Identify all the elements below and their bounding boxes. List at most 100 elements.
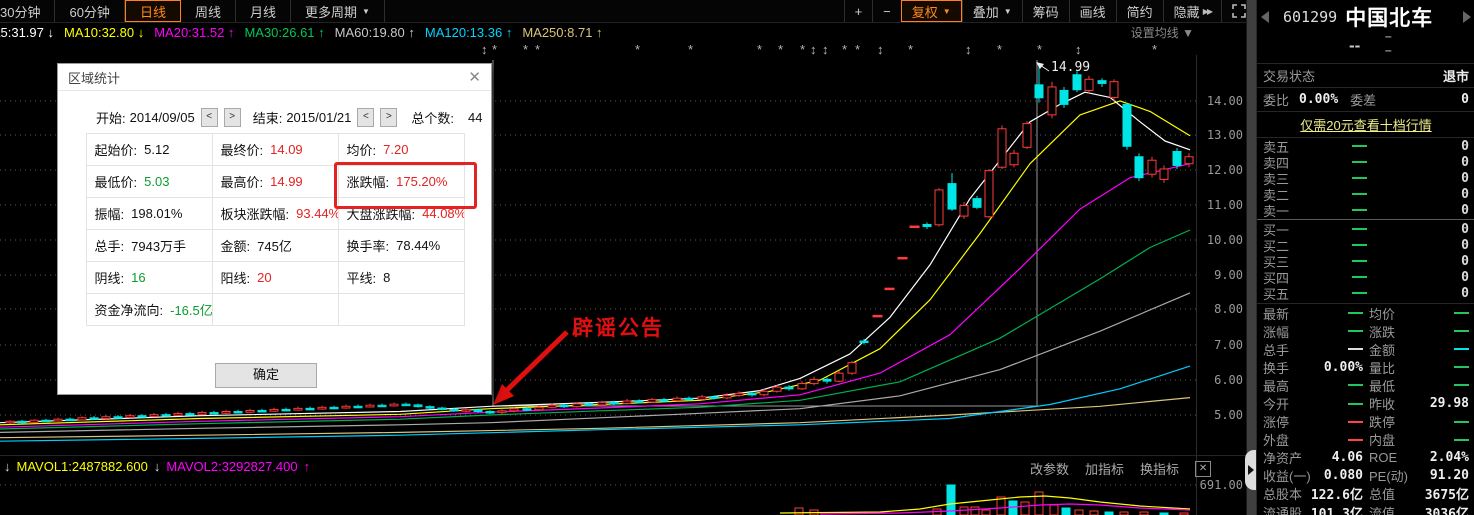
quote-stat: 总手 (1263, 340, 1363, 359)
start-date-label: 开始: (96, 110, 126, 126)
quote-stat-label: 换手 (1263, 360, 1290, 376)
quote-stat-label: 外盘 (1263, 433, 1290, 449)
stat-label: 阳线: (220, 270, 251, 286)
empty-value-dash (1348, 402, 1363, 405)
quote-stat-label: 涨幅 (1263, 324, 1290, 340)
quote-stat-label: 金额 (1369, 342, 1396, 358)
quote-stat-label: 量比 (1369, 360, 1396, 376)
volume-tick: 691.00 (1199, 478, 1243, 492)
stat-value: 14.09 (270, 141, 303, 157)
quote-stat-label: 总股本 (1263, 487, 1303, 503)
peak-price-label: 14.99 (1051, 60, 1091, 75)
quote-stat-label: PE(动) (1369, 469, 1409, 485)
book-level-label: 卖一 (1263, 203, 1290, 219)
empty-price-dash (1351, 209, 1367, 211)
quote-stat: ROE 2.04% (1363, 450, 1469, 465)
stat-cell: 板块涨跌幅: 93.44% (211, 196, 339, 230)
quote-stat-value: 122.6亿 (1310, 488, 1363, 504)
stock-code: 601299 (1283, 8, 1338, 26)
price-tick: 13.00 (1206, 128, 1243, 142)
quote-stat-label: ROE (1369, 450, 1398, 466)
stat-label: 均价: (346, 142, 377, 158)
stat-cell (211, 292, 339, 326)
stat-row: 最高 最低 (1257, 376, 1474, 394)
quote-stat-value: 91.20 (1429, 468, 1469, 484)
level2-promo-link[interactable]: 仅需20元查看十档行情 (1300, 115, 1431, 134)
close-indicator-icon[interactable]: ✕ (1195, 460, 1212, 477)
indicator-links: 改参数 加指标 换指标 ✕ (1030, 459, 1212, 478)
empty-price-dash (1351, 161, 1367, 163)
stat-row: 收益(一) 0.080 PE(动) 91.20 (1257, 467, 1474, 485)
buy-row-5: 买五 0 (1257, 285, 1474, 302)
quote-stat: 内盘 (1363, 430, 1469, 449)
quote-stat-value: 101.3亿 (1310, 506, 1363, 515)
price-tick: 9.00 (1214, 268, 1243, 282)
mavol1-value: MAVOL1:2487882.600 (16, 459, 148, 474)
stat-cell: 振幅: 198.01% (85, 196, 213, 230)
quote-stat: 最低 (1363, 376, 1469, 395)
stat-label: 平线: (346, 270, 377, 286)
end-date-next-button[interactable]: > (380, 107, 398, 127)
stat-value: 8 (383, 269, 391, 285)
stat-row: 总股本 122.6亿 总值 3675亿 (1257, 485, 1474, 503)
price-tick: 11.00 (1206, 198, 1243, 212)
stat-value: -16.5亿 (170, 302, 213, 318)
stat-label: 总手: (94, 238, 125, 254)
stat-row: 最新 均价 (1257, 304, 1474, 322)
book-qty: 0 (1461, 154, 1469, 170)
quote-stat: 量比 (1363, 358, 1469, 377)
stat-value: 20 (257, 269, 272, 285)
status-value: 退市 (1442, 70, 1469, 85)
stat-cell: 涨跌幅: 175.20% (337, 164, 465, 198)
empty-price-dash (1351, 228, 1367, 230)
quote-stat-label: 昨收 (1369, 397, 1396, 413)
trade-status-row: 交易状态 退市 (1257, 64, 1474, 88)
dialog-titlebar[interactable]: 区域统计 ✕ (58, 64, 491, 91)
quote-stat: 净资产 4.06 (1263, 448, 1363, 467)
quote-stat: 流通股 101.3亿 (1263, 503, 1363, 515)
chevron-right-icon (1247, 465, 1254, 475)
start-date-next-button[interactable]: > (223, 107, 241, 127)
book-qty: 0 (1461, 253, 1469, 269)
dialog-date-row: 开始: 2014/09/05 < > 结束: 2015/01/21 < > 总个数: 44 (96, 107, 483, 127)
status-label: 交易状态 (1263, 69, 1316, 84)
quote-stat: 涨停 (1263, 412, 1363, 431)
scrollbar[interactable] (1246, 0, 1256, 515)
stat-row: 流通股 101.3亿 流值 3036亿 (1257, 503, 1474, 515)
switch-indicator-link[interactable]: 换指标 (1140, 459, 1179, 478)
empty-value-dash (1454, 384, 1469, 387)
quote-stat-value: 4.06 (1331, 450, 1363, 466)
prev-stock-icon[interactable] (1261, 11, 1269, 23)
start-date-prev-button[interactable]: < (200, 107, 218, 127)
quote-stat-label: 均价 (1369, 306, 1396, 322)
next-stock-icon[interactable] (1463, 11, 1471, 23)
quote-stat-value: 0.080 (1323, 468, 1363, 484)
stat-value: 7943万手 (131, 238, 187, 254)
stat-cell: 起始价: 5.12 (85, 132, 213, 166)
stat-cell: 资金净流向: -16.5亿 (85, 292, 213, 326)
quote-stat: 流值 3036亿 (1363, 503, 1469, 515)
stat-label: 大盘涨跌幅: (346, 206, 416, 222)
empty-value-dash (1454, 330, 1469, 333)
stat-value: 5.03 (144, 173, 170, 189)
ok-button[interactable]: 确定 (215, 363, 317, 388)
price-tick: 10.00 (1206, 233, 1243, 247)
quote-stat-label: 流值 (1369, 505, 1396, 515)
empty-value-dash (1348, 420, 1363, 423)
quote-stat: 涨跌 (1363, 322, 1469, 341)
stat-value: 16 (131, 269, 146, 285)
empty-price-dash (1351, 244, 1367, 246)
panel-collapse-handle[interactable] (1245, 450, 1256, 490)
quote-stat-value: 29.98 (1429, 396, 1469, 412)
change-params-link[interactable]: 改参数 (1030, 459, 1069, 478)
quote-stat-label: 收益(一) (1263, 469, 1311, 485)
price-tick: 5.00 (1214, 408, 1243, 422)
quote-panel: 601299 中国北车 -- – – 交易状态 退市 委比 0.00% 委差 0… (1256, 0, 1474, 515)
quote-stat: 换手 0.00% (1263, 358, 1363, 377)
add-indicator-link[interactable]: 加指标 (1085, 459, 1124, 478)
stat-row: 换手 0.00% 量比 (1257, 358, 1474, 376)
stat-value: 78.44% (396, 237, 441, 253)
end-date-prev-button[interactable]: < (357, 107, 375, 127)
quote-stat-value: 3675亿 (1424, 488, 1469, 504)
close-icon[interactable]: ✕ (468, 68, 481, 86)
